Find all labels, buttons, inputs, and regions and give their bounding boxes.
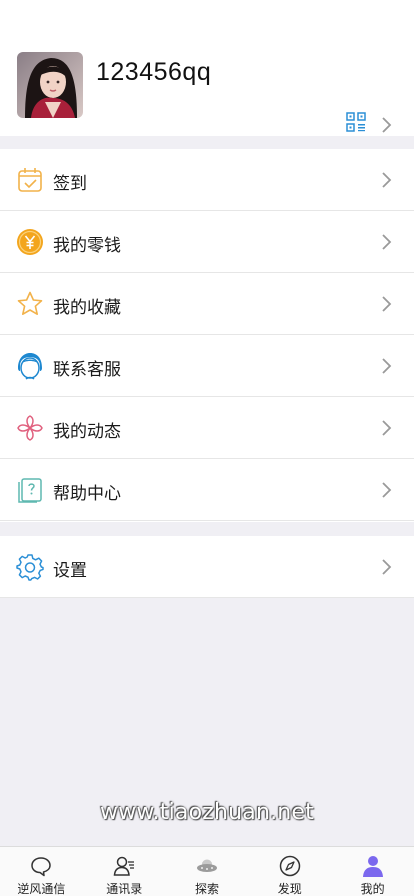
menu-item-wallet[interactable]: 我的零钱: [0, 211, 414, 273]
tab-me[interactable]: 我的: [331, 847, 414, 896]
chevron-right-icon: [382, 296, 392, 312]
contacts-icon: [113, 856, 135, 876]
menu-item-label: 帮助中心: [53, 484, 121, 503]
help-book-icon: [18, 478, 42, 503]
tab-label: 发现: [277, 882, 302, 896]
gear-icon: [16, 554, 44, 581]
menu-item-moments[interactable]: 我的动态: [0, 397, 414, 459]
chevron-right-icon: [382, 172, 392, 188]
menu-item-label: 联系客服: [53, 360, 121, 379]
ufo-icon: [196, 859, 217, 872]
tab-label: 我的: [360, 882, 385, 896]
menu-item-label: 我的零钱: [53, 236, 121, 255]
tab-contacts[interactable]: 通讯录: [83, 847, 166, 896]
menu-item-label: 我的动态: [53, 422, 121, 441]
tab-discover[interactable]: 发现: [248, 847, 331, 896]
pinwheel-icon: [17, 415, 43, 441]
menu-item-label: 设置: [53, 561, 87, 580]
tab-explore[interactable]: 探索: [166, 847, 249, 896]
calendar-check-icon: [18, 168, 42, 192]
bottom-tab-bar: 逆风通信 通讯录 探索 发现 我的: [0, 846, 414, 896]
profile-header[interactable]: 123456qq: [0, 0, 414, 136]
chevron-right-icon: [382, 559, 392, 575]
chevron-right-icon: [382, 482, 392, 498]
menu-item-label: 我的收藏: [53, 298, 121, 317]
watermark: www.tiaozhuan.net: [100, 800, 314, 825]
chevron-right-icon: [382, 420, 392, 436]
chevron-right-icon: [382, 358, 392, 374]
avatar[interactable]: [17, 52, 83, 118]
tab-messages[interactable]: 逆风通信: [0, 847, 83, 896]
chat-bubble-icon: [31, 857, 52, 877]
tab-label: 探索: [194, 882, 219, 896]
settings-card: 设置: [0, 536, 414, 598]
menu-item-help-center[interactable]: 帮助中心: [0, 459, 414, 521]
compass-icon: [279, 855, 301, 877]
menu-item-checkin[interactable]: 签到: [0, 149, 414, 211]
username: 123456qq: [96, 58, 212, 86]
person-icon: [362, 856, 383, 877]
menu-item-label: 签到: [53, 174, 87, 193]
menu-list: 签到 我的零钱 我的收藏 联系客服 我的动态 帮助中心: [0, 149, 414, 522]
yuan-coin-icon: [17, 229, 43, 255]
chevron-right-icon: [382, 234, 392, 250]
menu-item-customer-service[interactable]: 联系客服: [0, 335, 414, 397]
customer-service-icon: [18, 353, 42, 380]
chevron-right-icon: [382, 117, 392, 133]
tab-label: 逆风通信: [17, 882, 66, 896]
menu-item-favorites[interactable]: 我的收藏: [0, 273, 414, 335]
qr-code-icon[interactable]: [346, 112, 366, 132]
tab-label: 通讯录: [106, 882, 143, 896]
menu-item-settings[interactable]: 设置: [0, 536, 414, 598]
star-icon: [17, 291, 43, 315]
